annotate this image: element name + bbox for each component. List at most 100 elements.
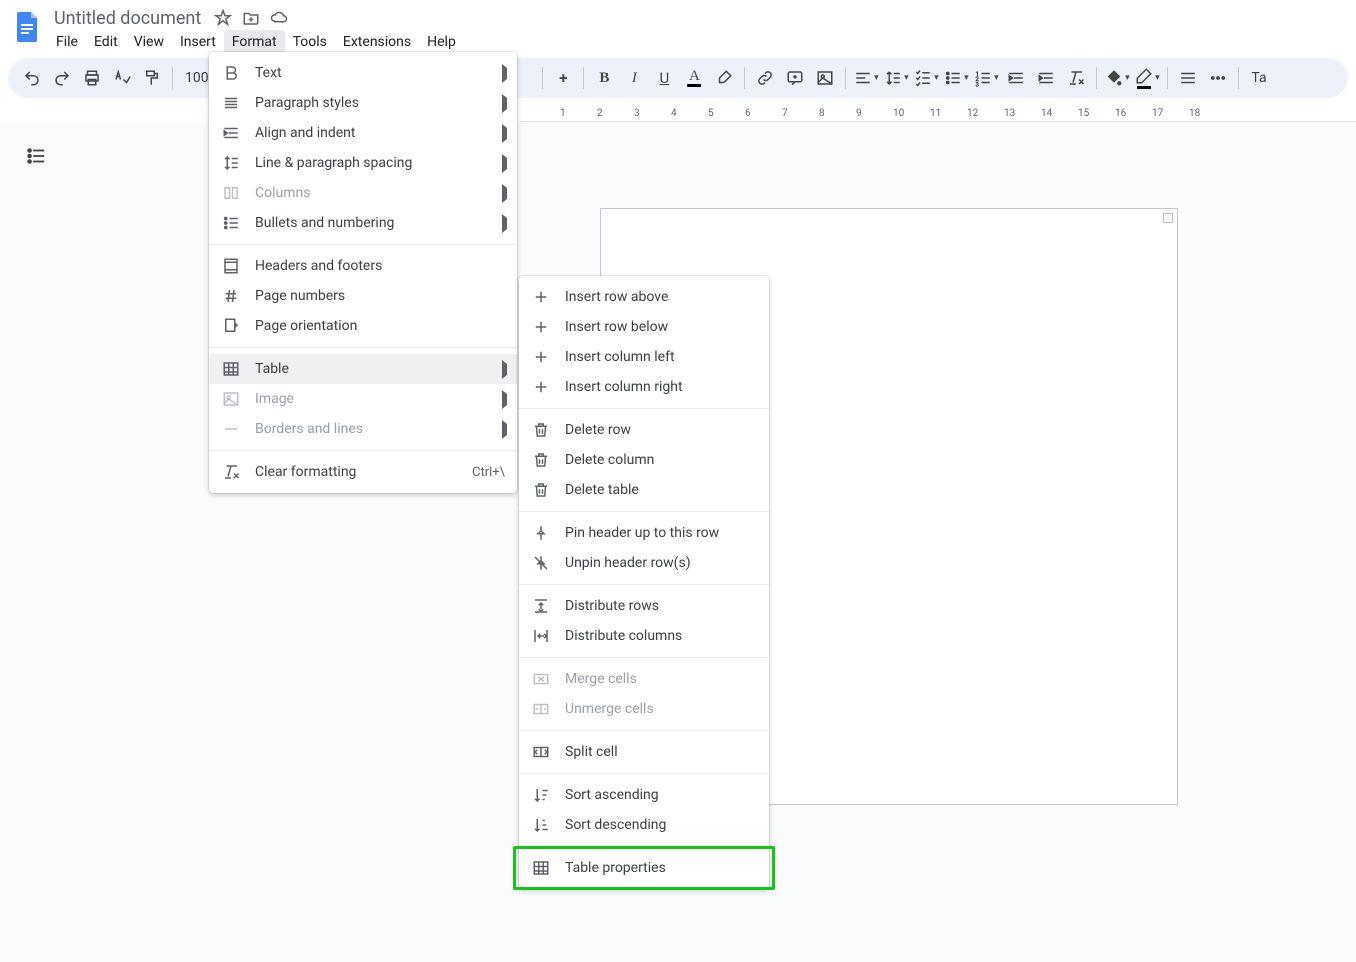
menu-file[interactable]: File [48,30,86,54]
menu-button[interactable] [1204,64,1232,92]
table-icon [221,359,241,379]
menu-item-label: Headers and footers [255,258,382,274]
format-borders-and-lines: Borders and lines [209,414,517,444]
cloud-icon[interactable] [267,6,291,30]
bold-button[interactable]: B [590,64,618,92]
menu-help[interactable]: Help [419,30,464,54]
table-split-cell[interactable]: Split cell [519,737,769,767]
sortasc-icon [531,785,551,805]
format-text[interactable]: Text [209,58,517,88]
menu-item-label: Insert row below [565,319,668,335]
plus-icon [531,347,551,367]
star-icon[interactable] [211,6,235,30]
menu-item-label: Sort ascending [565,787,659,803]
table-submenu: Insert row above Insert row below Insert c… [519,276,769,889]
clear-format-button[interactable] [1062,64,1090,92]
paint-format-button[interactable] [138,64,166,92]
italic-button[interactable]: I [620,64,648,92]
add-button[interactable]: + [549,64,577,92]
table-insert-column-left[interactable]: Insert column left [519,342,769,372]
table-unpin-header-row-s-[interactable]: Unpin header row(s) [519,548,769,578]
indent-icon [221,123,241,143]
table-sort-descending[interactable]: Sort descending [519,810,769,840]
menu-item-label: Table [255,361,289,377]
print-button[interactable] [78,64,106,92]
border-style-button[interactable] [1174,64,1202,92]
trash-icon [531,420,551,440]
menu-view[interactable]: View [126,30,172,54]
menu-item-label: Clear formatting [255,464,356,480]
table-distribute-rows[interactable]: Distribute rows [519,591,769,621]
table-insert-row-above[interactable]: Insert row above [519,282,769,312]
menu-item-label: Merge cells [565,671,637,687]
underline-button[interactable]: U [650,64,678,92]
tableprops-icon [531,858,551,878]
format-paragraph-styles[interactable]: Paragraph styles [209,88,517,118]
submenu-arrow-icon [502,394,507,405]
menu-item-label: Split cell [565,744,618,760]
format-clear-formatting[interactable]: Clear formattingCtrl+\ [209,457,517,487]
menu-insert[interactable]: Insert [172,30,224,54]
table-distribute-columns[interactable]: Distribute columns [519,621,769,651]
doc-title[interactable]: Untitled document [48,6,207,31]
border-color-button[interactable] [1133,64,1161,92]
menu-extensions[interactable]: Extensions [335,30,419,54]
text-color-button[interactable]: A [680,64,708,92]
fill-color-button[interactable] [1103,64,1131,92]
table-insert-row-below[interactable]: Insert row below [519,312,769,342]
table-insert-column-right[interactable]: Insert column right [519,372,769,402]
docs-logo[interactable] [8,6,48,46]
menu-item-label: Delete column [565,452,654,468]
table-sort-ascending[interactable]: Sort ascending [519,780,769,810]
format-table[interactable]: Table [209,354,517,384]
image-button[interactable] [811,64,839,92]
spellcheck-button[interactable] [108,64,136,92]
orient-icon [221,316,241,336]
menu-item-label: Align and indent [255,125,356,141]
move-icon[interactable] [239,6,263,30]
menu-format[interactable]: Format [224,30,285,54]
merge-icon [531,669,551,689]
outline-button[interactable] [20,140,52,172]
table-delete-table[interactable]: Delete table [519,475,769,505]
line-spacing-button[interactable] [882,64,910,92]
format-page-numbers[interactable]: Page numbers [209,281,517,311]
menu-edit[interactable]: Edit [86,30,126,54]
format-columns: Columns [209,178,517,208]
indent-increase-button[interactable] [1032,64,1060,92]
table-pin-header-up-to-this-row[interactable]: Pin header up to this row [519,518,769,548]
highlight-button[interactable] [710,64,738,92]
indent-decrease-button[interactable] [1002,64,1030,92]
menu-item-label: Distribute rows [565,598,659,614]
format-headers-and-footers[interactable]: Headers and footers [209,251,517,281]
table-table-properties[interactable]: Table properties [519,853,769,883]
plus-icon [531,377,551,397]
menu-tools[interactable]: Tools [285,30,335,54]
format-line-paragraph-spacing[interactable]: Line & paragraph spacing [209,148,517,178]
menu-item-label: Page numbers [255,288,345,304]
ruler[interactable]: 123456789101112131415161718 [520,106,1356,122]
submenu-arrow-icon [502,68,507,79]
link-button[interactable] [751,64,779,92]
pin-icon [531,523,551,543]
table-delete-row[interactable]: Delete row [519,415,769,445]
menu-item-label: Pin header up to this row [565,525,719,541]
format-bullets-and-numbering[interactable]: Bullets and numbering [209,208,517,238]
comment-button[interactable] [781,64,809,92]
bold-icon [221,63,241,83]
table-delete-column[interactable]: Delete column [519,445,769,475]
numbered-button[interactable]: 123 [972,64,1000,92]
redo-button[interactable] [48,64,76,92]
plus-icon [531,317,551,337]
undo-button[interactable] [18,64,46,92]
page-tab-icon[interactable] [1163,213,1173,223]
checklist-button[interactable] [912,64,940,92]
format-align-and-indent[interactable]: Align and indent [209,118,517,148]
menu-item-label: Page orientation [255,318,357,334]
format-page-orientation[interactable]: Page orientation [209,311,517,341]
menu-item-label: Delete row [565,422,631,438]
bullets-button[interactable] [942,64,970,92]
submenu-arrow-icon [502,158,507,169]
headfoot-icon [221,256,241,276]
align-button[interactable] [852,64,880,92]
